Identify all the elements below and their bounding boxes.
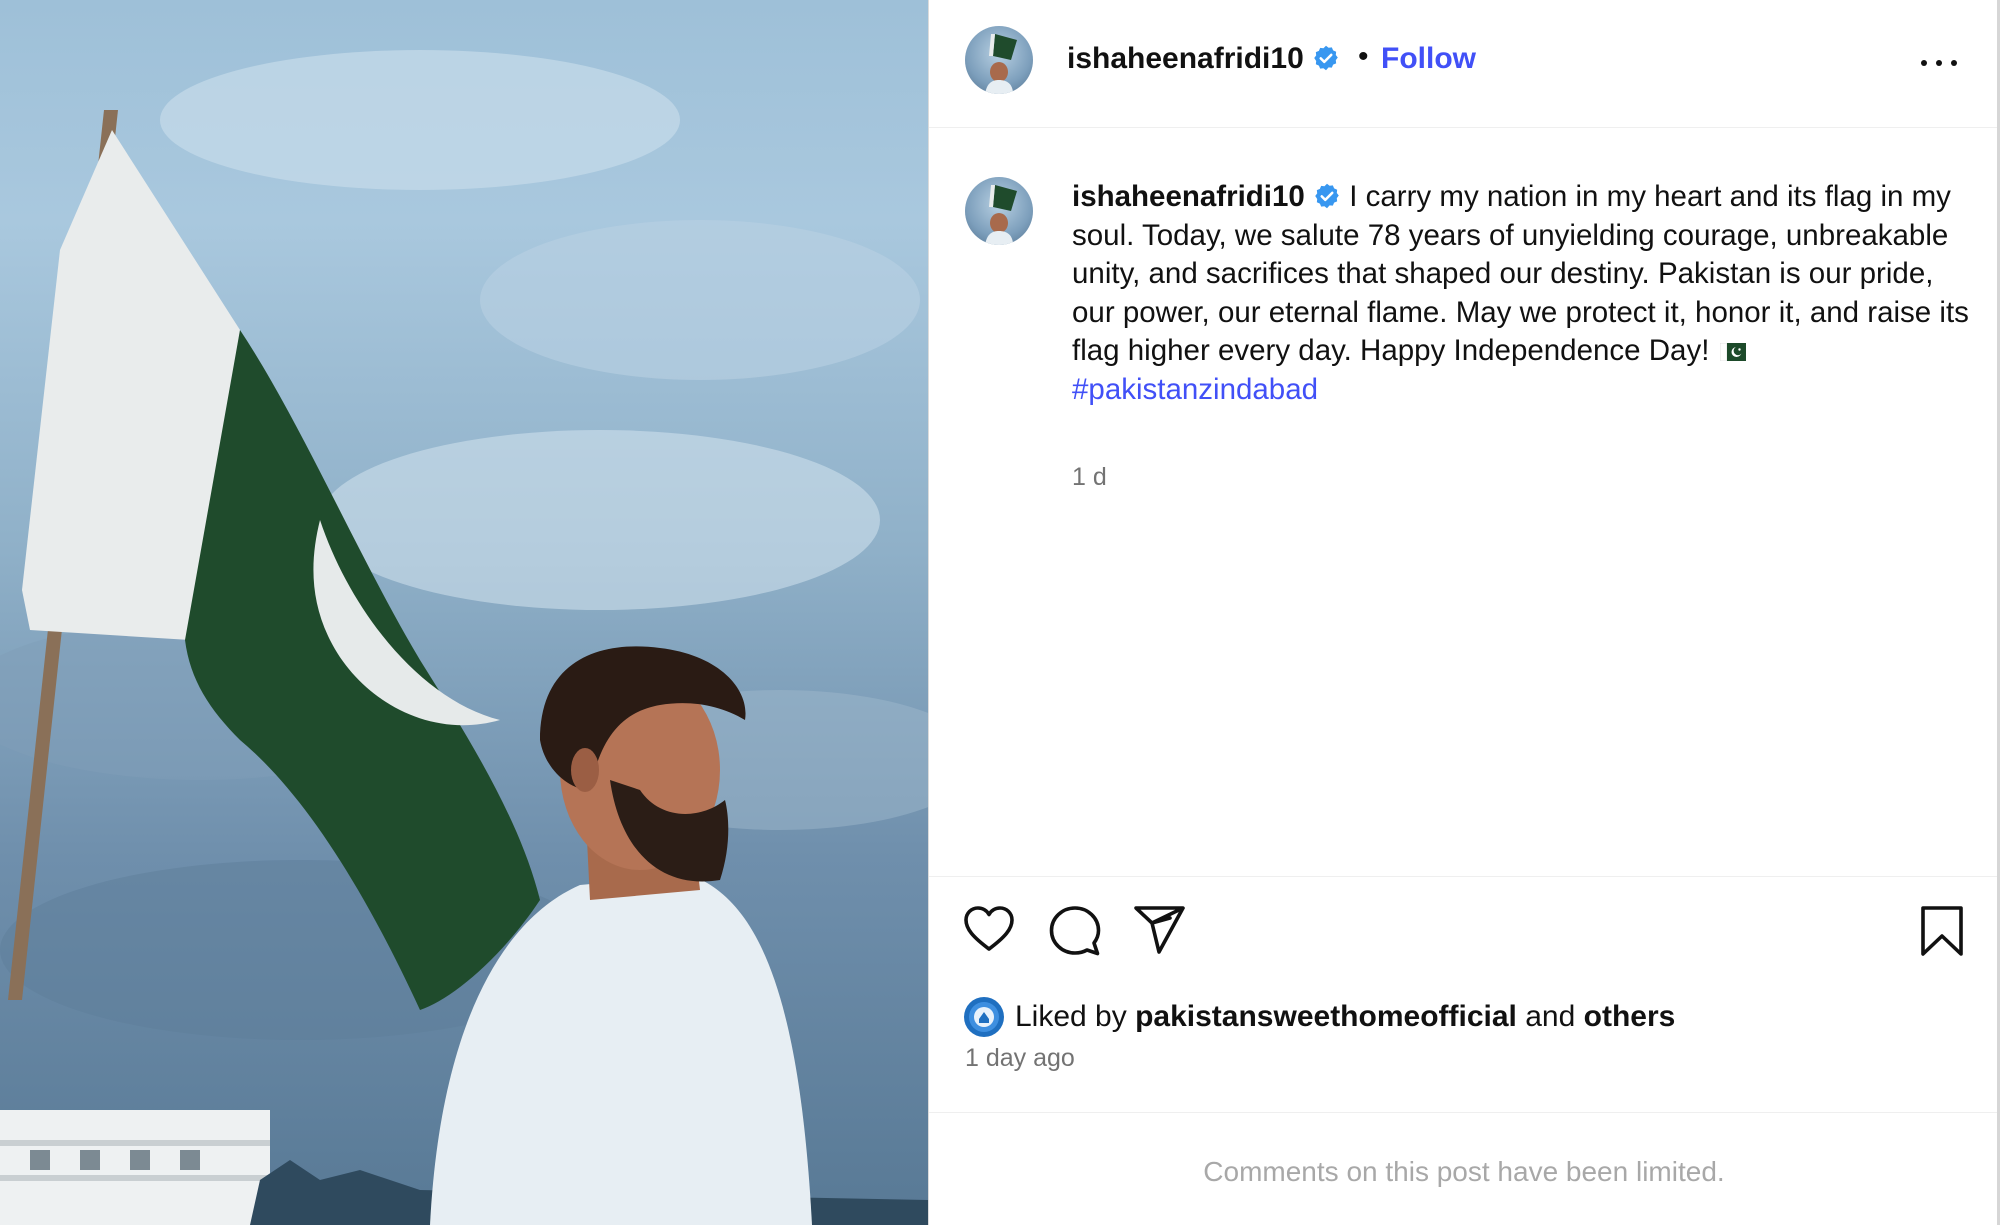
liked-by-others[interactable]: others <box>1584 1000 1676 1034</box>
verified-badge-icon <box>1314 45 1338 71</box>
follow-button[interactable]: Follow <box>1381 42 1476 76</box>
liked-by-row: Liked by pakistansweethomeofficial and o… <box>963 995 1675 1039</box>
post-caption: ishaheenafridi10 I carry my nation in my… <box>1072 178 1972 409</box>
pakistan-flag-icon <box>1719 343 1746 361</box>
post-header: ishaheenafridi10 • Follow <box>929 0 1999 128</box>
share-icon[interactable] <box>1133 905 1187 955</box>
comments-limited-notice: Comments on this post have been limited. <box>1203 1156 1725 1187</box>
post-timestamp[interactable]: 1 day ago <box>965 1044 1075 1073</box>
author-avatar[interactable] <box>965 26 1033 94</box>
heart-icon[interactable] <box>963 905 1015 953</box>
liked-by-prefix: Liked by <box>1015 1000 1127 1033</box>
liked-by-and: and <box>1525 1000 1576 1033</box>
caption-timestamp: 1 d <box>1072 463 1107 491</box>
verified-badge-icon <box>1315 183 1339 209</box>
liked-by-username[interactable]: pakistansweethomeofficial <box>1135 1000 1517 1034</box>
author-username[interactable]: ishaheenafridi10 <box>1067 42 1340 76</box>
author-username-text[interactable]: ishaheenafridi10 <box>1067 42 1304 75</box>
bookmark-icon[interactable] <box>1919 905 1965 957</box>
caption-hashtag[interactable]: #pakistanzindabad <box>1072 371 1972 410</box>
caption-author-avatar[interactable] <box>965 177 1033 245</box>
post-detail-panel: ishaheenafridi10 • Follow ishaheenafridi… <box>928 0 2000 1225</box>
separator-dot: • <box>1358 40 1369 73</box>
post-photo-illustration <box>0 50 928 1225</box>
comment-icon[interactable] <box>1049 905 1101 957</box>
more-options-icon[interactable] <box>1917 44 1961 80</box>
liker-avatar[interactable] <box>963 996 1005 1038</box>
caption-username[interactable]: ishaheenafridi10 <box>1072 180 1305 213</box>
comments-divider <box>929 1112 1999 1113</box>
post-photo[interactable] <box>0 0 928 1225</box>
actions-divider <box>929 876 1999 877</box>
